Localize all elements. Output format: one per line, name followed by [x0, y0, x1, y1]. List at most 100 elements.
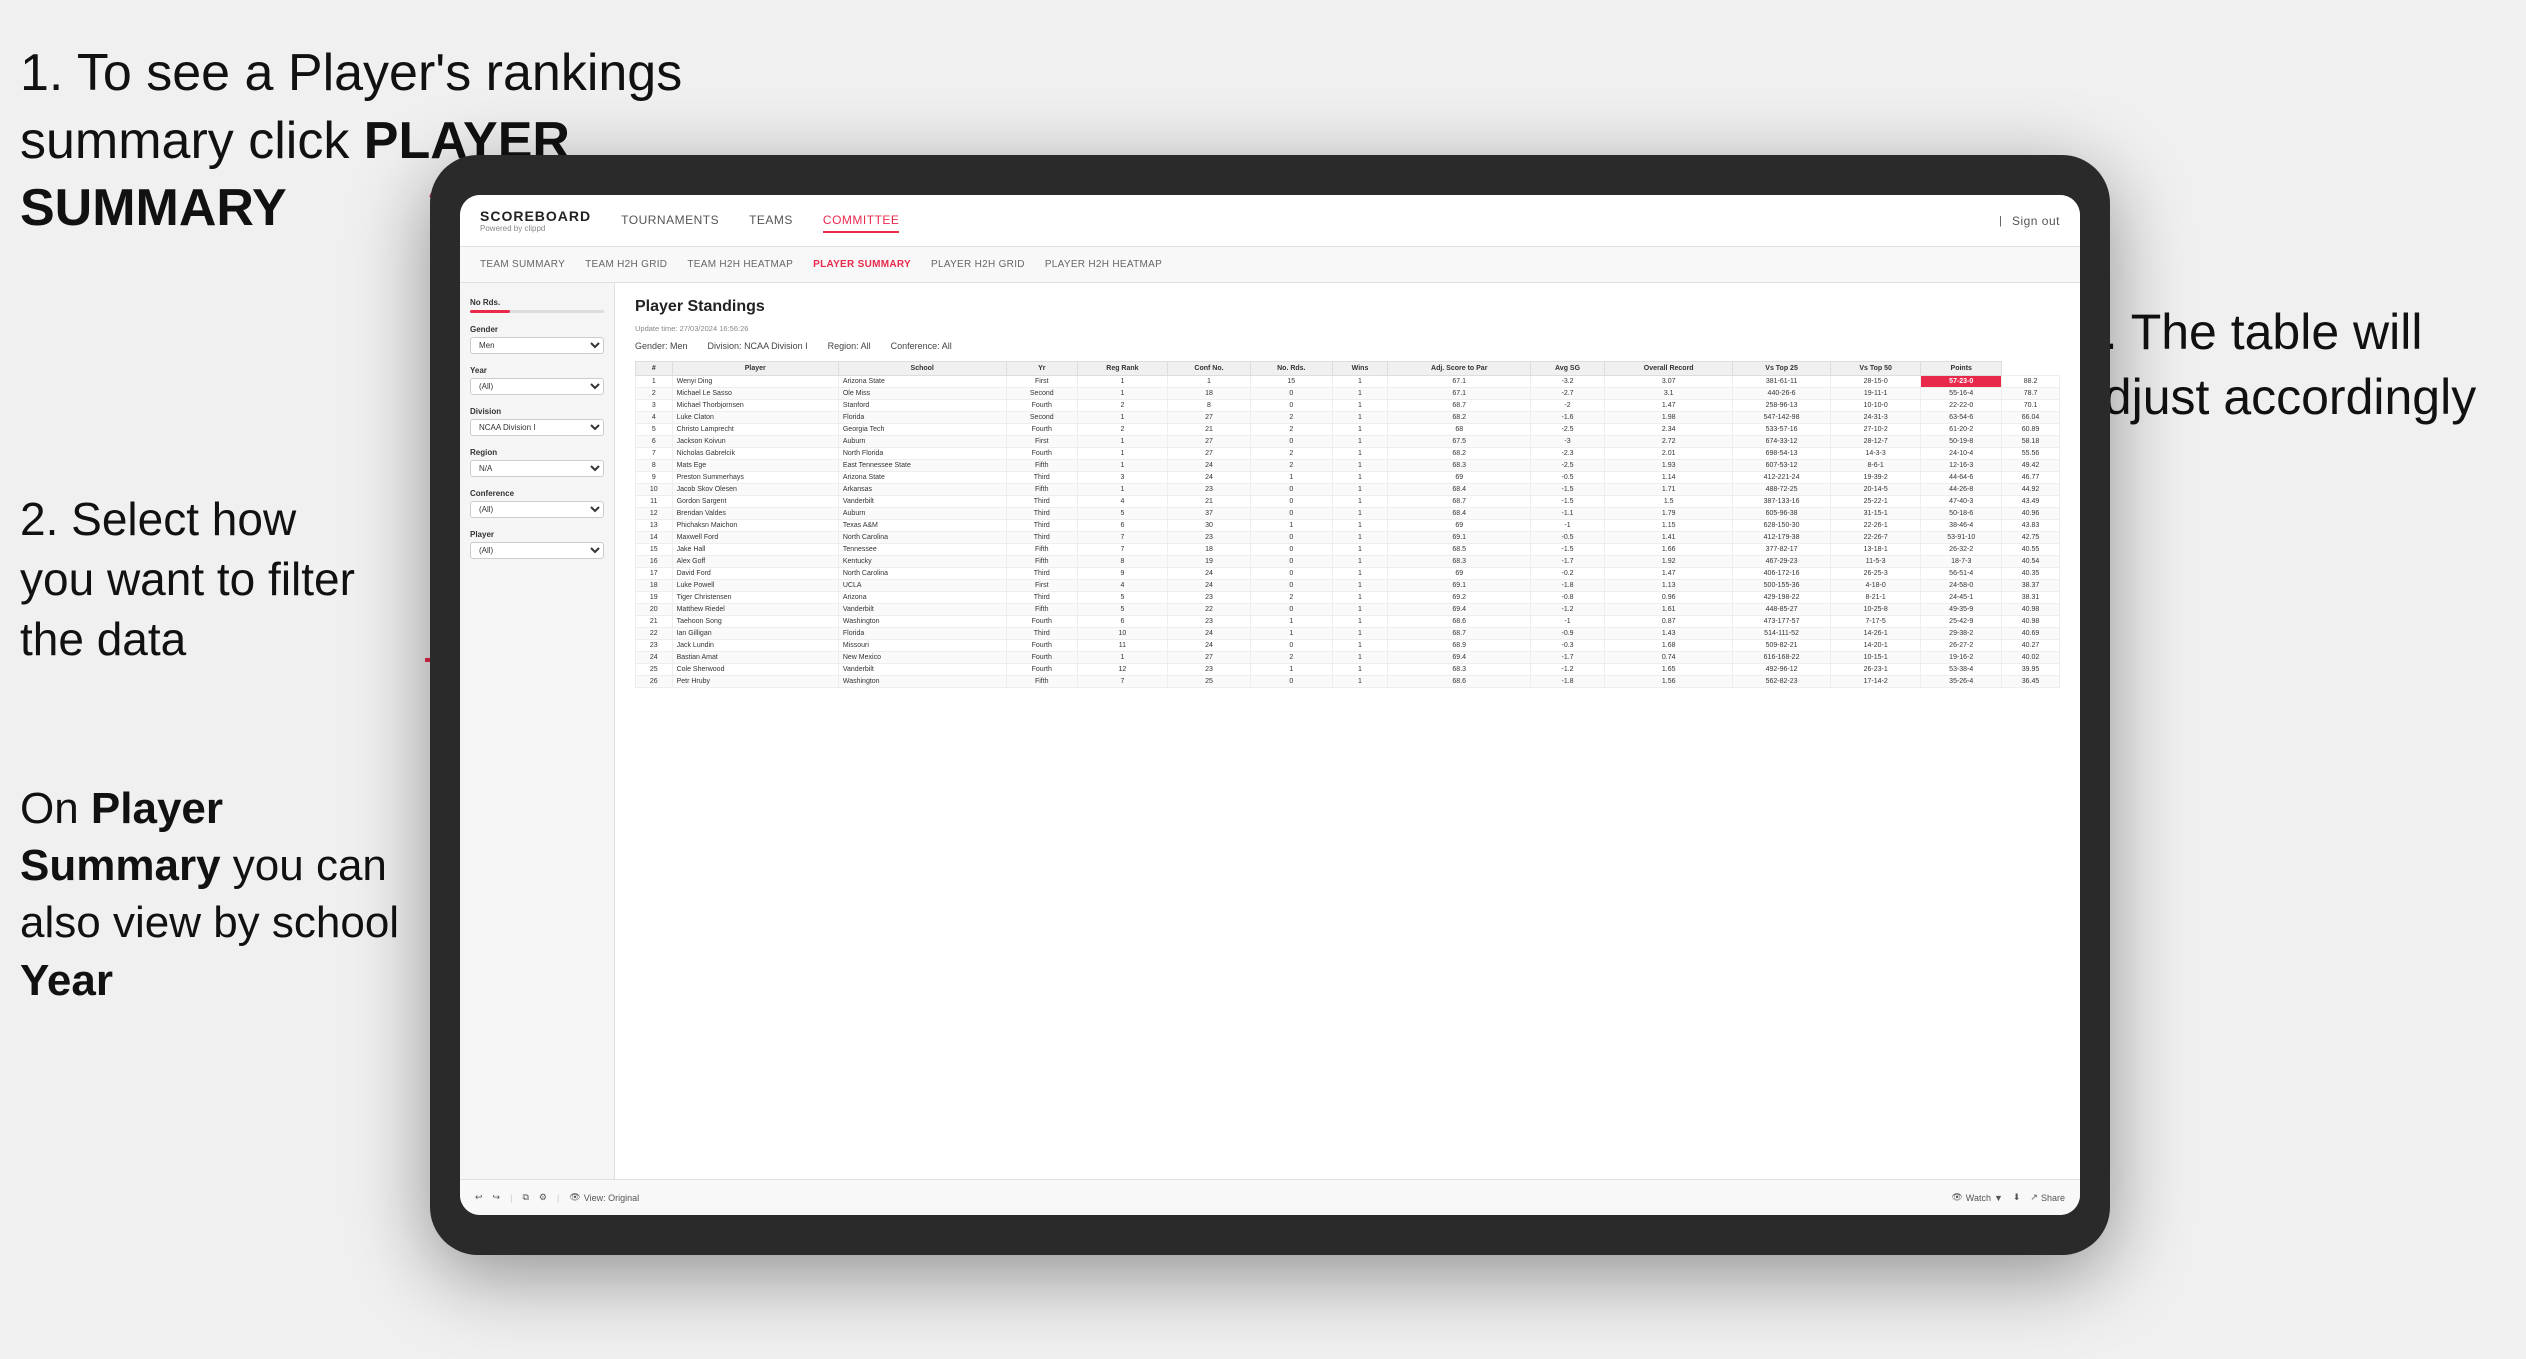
data-cell: 46.77 — [2002, 472, 2060, 484]
download-btn[interactable]: ⬇ — [2013, 1192, 2021, 1203]
data-cell: 1 — [1332, 580, 1388, 592]
nav-item-committee[interactable]: COMMITTEE — [823, 209, 900, 233]
logo-area: SCOREBOARD Powered by clippd — [480, 208, 591, 233]
points-cell: 61-20-2 — [1921, 424, 2002, 436]
data-cell: -1.2 — [1530, 664, 1604, 676]
data-cell: 1 — [1077, 388, 1167, 400]
table-row: 14Maxwell FordNorth CarolinaThird7230169… — [636, 532, 2060, 544]
player-name-cell: Alex Goff — [672, 556, 838, 568]
region-select[interactable]: N/A — [470, 460, 604, 477]
nav-item-tournaments[interactable]: TOURNAMENTS — [621, 209, 719, 233]
table-row: 24Bastian AmatNew MexicoFourth1272169.4-… — [636, 652, 2060, 664]
player-select[interactable]: (All) — [470, 542, 604, 559]
data-cell: 23 — [636, 640, 673, 652]
filter-row: Gender: Men Division: NCAA Division I Re… — [635, 341, 2060, 351]
data-cell: Fourth — [1006, 400, 1077, 412]
school-cell: Auburn — [838, 508, 1006, 520]
points-cell: 49-35-9 — [1921, 604, 2002, 616]
data-cell: -1.8 — [1530, 676, 1604, 688]
data-cell: 1 — [1332, 472, 1388, 484]
data-cell: 1 — [1332, 496, 1388, 508]
data-cell: 10-10-0 — [1830, 400, 1921, 412]
data-cell: 68.3 — [1388, 460, 1531, 472]
sub-nav-player-h2h-grid[interactable]: PLAYER H2H GRID — [931, 259, 1025, 270]
data-cell: 37 — [1167, 508, 1250, 520]
data-cell: 1 — [1332, 664, 1388, 676]
data-cell: 17 — [636, 568, 673, 580]
data-cell: -1.1 — [1530, 508, 1604, 520]
data-cell: 1 — [1077, 448, 1167, 460]
data-cell: 69.1 — [1388, 580, 1531, 592]
school-cell: Stanford — [838, 400, 1006, 412]
data-cell: 43.83 — [2002, 520, 2060, 532]
points-cell: 55-16-4 — [1921, 388, 2002, 400]
sub-nav-team-h2h-grid[interactable]: TEAM H2H GRID — [585, 259, 667, 270]
data-cell: 0 — [1251, 532, 1332, 544]
data-cell: 448-85-27 — [1733, 604, 1831, 616]
data-cell: 69.4 — [1388, 652, 1531, 664]
data-cell: 3 — [1077, 472, 1167, 484]
data-cell: 1 — [1167, 376, 1250, 388]
data-cell: 1.15 — [1605, 520, 1733, 532]
data-cell: 69.1 — [1388, 532, 1531, 544]
data-cell: 3.07 — [1605, 376, 1733, 388]
data-cell: 40.27 — [2002, 640, 2060, 652]
view-btn[interactable]: 👁 View: Original — [569, 1192, 639, 1203]
data-cell: 0 — [1251, 400, 1332, 412]
points-cell: 44-64-6 — [1921, 472, 2002, 484]
sub-nav-team-summary[interactable]: TEAM SUMMARY — [480, 259, 565, 270]
gender-select[interactable]: Men — [470, 337, 604, 354]
data-cell: 22 — [636, 628, 673, 640]
tablet-frame: SCOREBOARD Powered by clippd TOURNAMENTS… — [430, 155, 2110, 1255]
points-cell: 57-23-0 — [1921, 376, 2002, 388]
data-cell: Third — [1006, 592, 1077, 604]
data-cell: Third — [1006, 568, 1077, 580]
nav-item-teams[interactable]: TEAMS — [749, 209, 793, 233]
settings-btn[interactable]: ⚙ — [539, 1192, 547, 1203]
col-year: Yr — [1006, 362, 1077, 376]
col-avg-sg: Avg SG — [1530, 362, 1604, 376]
data-cell: 22-26-1 — [1830, 520, 1921, 532]
data-cell: 1 — [1332, 604, 1388, 616]
data-cell: 31-15-1 — [1830, 508, 1921, 520]
sign-out-button[interactable]: Sign out — [2012, 210, 2060, 232]
data-cell: 1 — [1251, 520, 1332, 532]
data-cell: 60.89 — [2002, 424, 2060, 436]
player-name-cell: Luke Claton — [672, 412, 838, 424]
data-cell: 2 — [1251, 460, 1332, 472]
data-cell: -0.2 — [1530, 568, 1604, 580]
table-row: 19Tiger ChristensenArizonaThird5232169.2… — [636, 592, 2060, 604]
player-name-cell: Maxwell Ford — [672, 532, 838, 544]
table-row: 17David FordNorth CarolinaThird9240169-0… — [636, 568, 2060, 580]
data-cell: 26-25-3 — [1830, 568, 1921, 580]
data-cell: 24 — [1167, 628, 1250, 640]
data-cell: Fourth — [1006, 652, 1077, 664]
data-cell: 15 — [1251, 376, 1332, 388]
data-cell: -0.8 — [1530, 592, 1604, 604]
copy-btn[interactable]: ⧉ — [522, 1192, 528, 1203]
data-cell: 69 — [1388, 472, 1531, 484]
slider-track[interactable] — [470, 310, 604, 313]
data-cell: 27 — [1167, 412, 1250, 424]
year-select[interactable]: (All) — [470, 378, 604, 395]
sub-nav-player-summary[interactable]: PLAYER SUMMARY — [813, 259, 911, 270]
data-cell: -2 — [1530, 400, 1604, 412]
sub-nav-team-h2h-heatmap[interactable]: TEAM H2H HEATMAP — [687, 259, 793, 270]
player-name-cell: Petr Hruby — [672, 676, 838, 688]
redo-btn[interactable]: ↪ — [493, 1192, 501, 1203]
player-name-cell: Jake Hall — [672, 544, 838, 556]
division-select[interactable]: NCAA Division I — [470, 419, 604, 436]
data-cell: 19-39-2 — [1830, 472, 1921, 484]
data-cell: 1.47 — [1605, 568, 1733, 580]
undo-btn[interactable]: ↩ — [475, 1192, 483, 1203]
conference-select[interactable]: (All) — [470, 501, 604, 518]
data-cell: 8-21-1 — [1830, 592, 1921, 604]
share-btn[interactable]: ↗ Share — [2030, 1192, 2065, 1203]
sub-nav-player-h2h-heatmap[interactable]: PLAYER H2H HEATMAP — [1045, 259, 1162, 270]
data-cell: 68.3 — [1388, 664, 1531, 676]
data-cell: 38.37 — [2002, 580, 2060, 592]
data-cell: 0 — [1251, 544, 1332, 556]
data-cell: 509-82-21 — [1733, 640, 1831, 652]
watch-btn[interactable]: 👁 Watch ▼ — [1951, 1192, 2003, 1203]
points-cell: 29-38-2 — [1921, 628, 2002, 640]
